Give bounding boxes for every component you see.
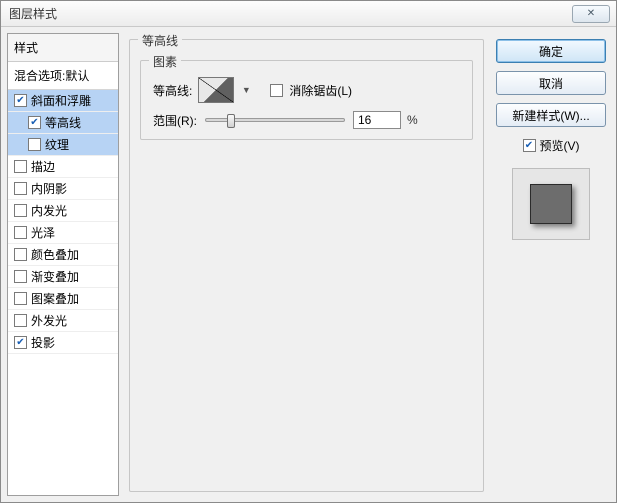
style-item-label: 颜色叠加 — [31, 246, 79, 263]
style-item-checkbox[interactable] — [14, 292, 27, 305]
style-item[interactable]: 外发光 — [8, 310, 118, 332]
style-item-label: 外发光 — [31, 312, 67, 329]
style-item-checkbox[interactable] — [28, 116, 41, 129]
range-slider-thumb[interactable] — [227, 114, 235, 128]
antialias-label: 消除锯齿(L) — [289, 82, 352, 99]
style-item-label: 纹理 — [45, 136, 69, 153]
style-item-label: 图案叠加 — [31, 290, 79, 307]
style-item[interactable]: 描边 — [8, 156, 118, 178]
style-items: 斜面和浮雕等高线纹理描边内阴影内发光光泽颜色叠加渐变叠加图案叠加外发光投影 — [8, 90, 118, 354]
range-label: 范围(R): — [153, 112, 197, 129]
style-item-label: 光泽 — [31, 224, 55, 241]
style-item-label: 斜面和浮雕 — [31, 92, 91, 109]
style-item-checkbox[interactable] — [14, 270, 27, 283]
antialias-checkbox[interactable] — [270, 84, 283, 97]
contour-label: 等高线: — [153, 82, 192, 99]
style-list-header[interactable]: 样式 — [8, 34, 118, 62]
elements-group: 图素 等高线: ▼ 消除锯齿(L) 范围(R): — [140, 60, 473, 140]
range-row: 范围(R): % — [153, 111, 460, 129]
contour-group-legend: 等高线 — [138, 32, 182, 49]
style-item-label: 渐变叠加 — [31, 268, 79, 285]
style-list-panel: 样式 混合选项:默认 斜面和浮雕等高线纹理描边内阴影内发光光泽颜色叠加渐变叠加图… — [7, 33, 119, 496]
style-item-checkbox[interactable] — [14, 226, 27, 239]
style-item[interactable]: 纹理 — [8, 134, 118, 156]
preview-box — [512, 168, 590, 240]
style-item[interactable]: 斜面和浮雕 — [8, 90, 118, 112]
ok-button[interactable]: 确定 — [496, 39, 606, 63]
style-item[interactable]: 投影 — [8, 332, 118, 354]
settings-panel: 等高线 图素 等高线: ▼ 消除锯齿(L) 范围(R): — [125, 33, 486, 496]
style-item-checkbox[interactable] — [14, 314, 27, 327]
style-item[interactable]: 光泽 — [8, 222, 118, 244]
blend-options-row[interactable]: 混合选项:默认 — [8, 62, 118, 90]
style-item-label: 描边 — [31, 158, 55, 175]
style-item-label: 内发光 — [31, 202, 67, 219]
style-item-label: 投影 — [31, 334, 55, 351]
style-item-checkbox[interactable] — [14, 94, 27, 107]
style-item-checkbox[interactable] — [14, 248, 27, 261]
layer-style-dialog: 图层样式 ✕ 样式 混合选项:默认 斜面和浮雕等高线纹理描边内阴影内发光光泽颜色… — [0, 0, 617, 503]
close-button[interactable]: ✕ — [572, 5, 610, 23]
right-panel: 确定 取消 新建样式(W)... ✔ 预览(V) — [492, 33, 610, 496]
style-item-checkbox[interactable] — [14, 336, 27, 349]
preview-swatch — [530, 184, 572, 224]
range-slider[interactable] — [205, 118, 345, 122]
style-item[interactable]: 渐变叠加 — [8, 266, 118, 288]
style-item[interactable]: 图案叠加 — [8, 288, 118, 310]
contour-picker[interactable] — [198, 77, 234, 103]
preview-label: 预览(V) — [540, 137, 580, 154]
contour-group: 等高线 图素 等高线: ▼ 消除锯齿(L) 范围(R): — [129, 39, 484, 492]
contour-row: 等高线: ▼ 消除锯齿(L) — [153, 77, 460, 103]
style-item-checkbox[interactable] — [14, 160, 27, 173]
preview-row: ✔ 预览(V) — [523, 137, 580, 154]
style-item[interactable]: 等高线 — [8, 112, 118, 134]
style-item-label: 内阴影 — [31, 180, 67, 197]
close-icon: ✕ — [587, 8, 595, 19]
style-item-checkbox[interactable] — [28, 138, 41, 151]
style-item[interactable]: 内发光 — [8, 200, 118, 222]
elements-group-legend: 图素 — [149, 53, 181, 70]
percent-label: % — [407, 113, 418, 127]
titlebar: 图层样式 ✕ — [1, 1, 616, 27]
new-style-button[interactable]: 新建样式(W)... — [496, 103, 606, 127]
preview-checkbox[interactable]: ✔ — [523, 139, 536, 152]
style-item-checkbox[interactable] — [14, 204, 27, 217]
style-item[interactable]: 内阴影 — [8, 178, 118, 200]
dialog-body: 样式 混合选项:默认 斜面和浮雕等高线纹理描边内阴影内发光光泽颜色叠加渐变叠加图… — [1, 27, 616, 502]
style-item-checkbox[interactable] — [14, 182, 27, 195]
chevron-down-icon[interactable]: ▼ — [240, 77, 252, 103]
style-item[interactable]: 颜色叠加 — [8, 244, 118, 266]
style-item-label: 等高线 — [45, 114, 81, 131]
dialog-title: 图层样式 — [9, 5, 57, 22]
cancel-button[interactable]: 取消 — [496, 71, 606, 95]
range-input[interactable] — [353, 111, 401, 129]
